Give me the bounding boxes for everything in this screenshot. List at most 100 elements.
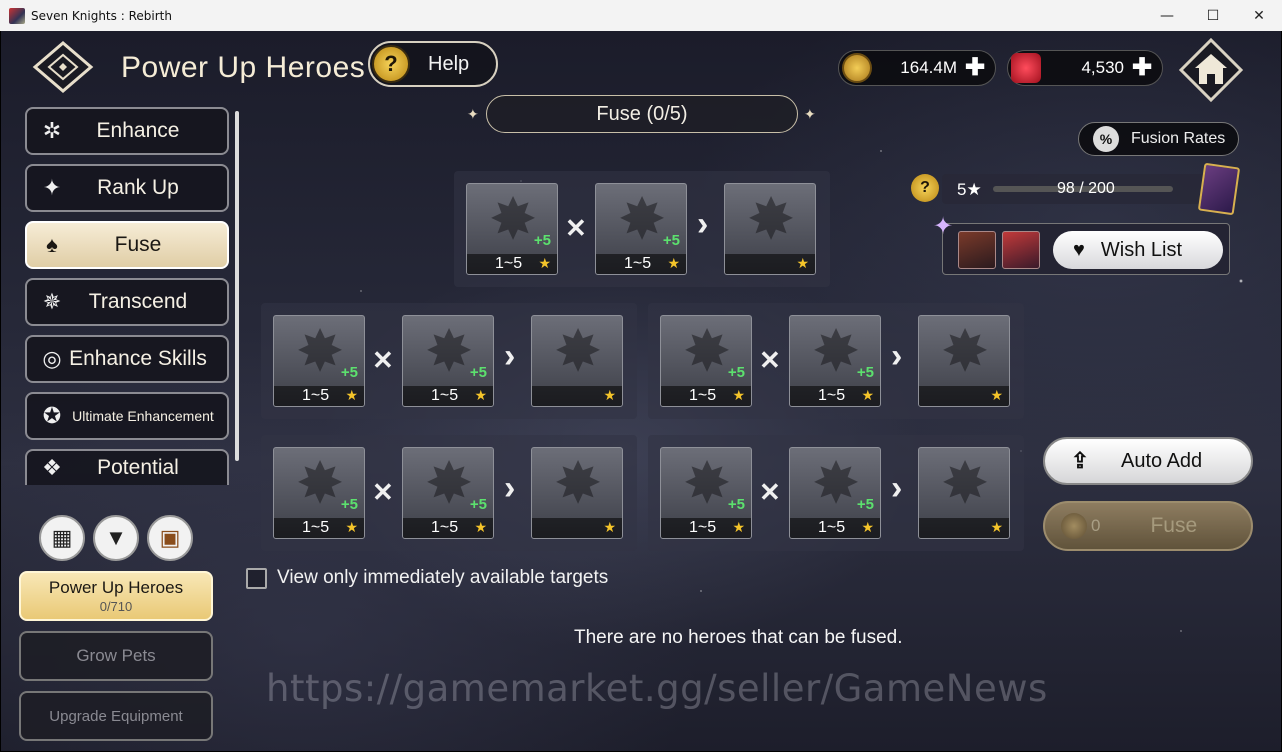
empty-slot-emblem-icon: ✸ (940, 319, 990, 384)
result-hero-slot[interactable]: ✸ ★ (724, 183, 816, 275)
wish-hero-portrait[interactable] (1002, 231, 1040, 269)
app-icon (9, 7, 25, 24)
material-hero-slot[interactable]: ✸ +5 1~5 ★ (402, 315, 494, 407)
tab-grow-pets[interactable]: Grow Pets (19, 631, 213, 681)
star-icon: ★ (603, 519, 616, 535)
slot-star-range: 1~5 (818, 387, 846, 404)
progress-stars: 5★ (957, 180, 982, 199)
upload-icon: ⇪ (1070, 448, 1090, 473)
fuse-count-header: Fuse (0/5) (486, 95, 798, 133)
star-icon: ★ (474, 387, 487, 403)
result-hero-slot[interactable]: ✸ ★ (918, 447, 1010, 539)
wish-hero-portrait[interactable] (958, 231, 996, 269)
heart-plus-icon: ♥ (1073, 238, 1085, 261)
filter-icon[interactable]: ▼ (93, 515, 139, 561)
menu-rank-up[interactable]: ✦ Rank Up (25, 164, 229, 212)
grid-view-icon[interactable]: ▦ (39, 515, 85, 561)
chest-icon[interactable]: ▣ (147, 515, 193, 561)
ultimate-enhancement-icon: ✪ (42, 403, 62, 428)
enhance-icon: ✲ (42, 118, 62, 143)
tab-upgrade-equipment[interactable]: Upgrade Equipment (19, 691, 213, 741)
watermark: https://gamemarket.gg/seller/GameNews (266, 667, 1048, 710)
window-titlebar: Seven Knights : Rebirth — ☐ ✕ (0, 0, 1282, 31)
menu-potential[interactable]: ❖ Potential (25, 449, 229, 485)
material-hero-slot[interactable]: ✸ +5 1~5 ★ (273, 447, 365, 539)
arrow-right-icon: › (504, 469, 516, 507)
star-icon: ★ (345, 387, 358, 403)
sparkle-icon: ✦ (804, 106, 816, 122)
slot-enhance-level: +5 (469, 496, 487, 513)
cross-icon: ✕ (759, 477, 781, 507)
material-hero-slot[interactable]: ✸ +5 1~5 ★ (789, 315, 881, 407)
slot-star-range: 1~5 (302, 387, 330, 404)
fusion-progress: ? 5★ 98 / 200 (909, 162, 1241, 216)
result-hero-slot[interactable]: ✸ ★ (531, 315, 623, 407)
menu-fuse[interactable]: ♠ Fuse (25, 221, 229, 269)
game-screen: Power Up Heroes ? Help 164.4M ✚ 4,530 ✚ … (1, 31, 1281, 751)
material-hero-slot[interactable]: ✸ +5 1~5 ★ (660, 447, 752, 539)
maximize-button[interactable]: ☐ (1190, 0, 1236, 31)
fusion-rates-button[interactable]: % Fusion Rates (1078, 122, 1239, 156)
percent-icon: % (1093, 126, 1119, 152)
star-icon: ★ (796, 255, 809, 271)
close-button[interactable]: ✕ (1236, 0, 1282, 31)
result-hero-slot[interactable]: ✸ ★ (531, 447, 623, 539)
result-hero-slot[interactable]: ✸ ★ (918, 315, 1010, 407)
wish-list-button[interactable]: ♥ Wish List (1053, 231, 1223, 269)
material-hero-slot[interactable]: ✸ +5 1~5 ★ (273, 315, 365, 407)
slot-enhance-level: +5 (340, 496, 358, 513)
slot-enhance-level: +5 (533, 232, 551, 249)
star-icon: ★ (990, 387, 1003, 403)
slot-enhance-level: +5 (856, 496, 874, 513)
auto-add-button[interactable]: ⇪ Auto Add (1043, 437, 1253, 485)
material-hero-slot[interactable]: ✸ +5 1~5 ★ (789, 447, 881, 539)
fuse-button[interactable]: 0 Fuse (1043, 501, 1253, 551)
slot-star-range: 1~5 (689, 519, 717, 536)
star-icon: ★ (732, 519, 745, 535)
fuse-icon: ♠ (46, 232, 58, 257)
page-title: Power Up Heroes (121, 51, 366, 84)
material-hero-slot[interactable]: ✸ +5 1~5 ★ (466, 183, 558, 275)
arrow-right-icon: › (504, 337, 516, 375)
view-only-checkbox[interactable] (246, 567, 267, 589)
menu-transcend[interactable]: ✵ Transcend (25, 278, 229, 326)
add-ruby-button[interactable]: ✚ (1132, 56, 1152, 80)
enhance-skills-icon: ◎ (42, 346, 62, 371)
slot-enhance-level: +5 (727, 496, 745, 513)
home-button[interactable] (1178, 37, 1244, 103)
sparkle-icon: ✦ (933, 213, 954, 240)
auto-add-label: Auto Add (1121, 449, 1203, 472)
fusion-rates-label: Fusion Rates (1131, 130, 1226, 147)
material-hero-slot[interactable]: ✸ +5 1~5 ★ (402, 447, 494, 539)
menu-enhance[interactable]: ✲ Enhance (25, 107, 229, 155)
gold-coin-icon (1061, 513, 1087, 539)
material-hero-slot[interactable]: ✸ +5 1~5 ★ (595, 183, 687, 275)
minimize-button[interactable]: — (1144, 0, 1190, 31)
back-logo-icon[interactable] (31, 39, 95, 95)
window-title: Seven Knights : Rebirth (31, 8, 172, 23)
reward-card-icon[interactable] (1197, 162, 1241, 216)
material-hero-slot[interactable]: ✸ +5 1~5 ★ (660, 315, 752, 407)
view-only-available-toggle[interactable]: View only immediately available targets (246, 567, 608, 589)
slot-enhance-level: +5 (662, 232, 680, 249)
fuse-cost: 0 (1091, 516, 1101, 535)
menu-scrollbar[interactable] (235, 111, 239, 461)
help-button[interactable]: ? Help (368, 41, 498, 87)
fuse-label: Fuse (1150, 514, 1198, 537)
slot-enhance-level: +5 (340, 364, 358, 381)
view-only-label: View only immediately available targets (277, 567, 609, 588)
wish-list-label: Wish List (1100, 238, 1182, 261)
tab-power-up-heroes[interactable]: Power Up Heroes 0/710 (19, 571, 213, 621)
fuse-group-3: ✸ +5 1~5 ★ ✕ ✸ +5 1~5 ★ › ✸ ★ (648, 303, 1024, 419)
add-gold-button[interactable]: ✚ (965, 56, 985, 80)
sparkle-icon: ✦ (467, 106, 479, 122)
slot-star-range: 1~5 (431, 519, 459, 536)
cross-icon: ✕ (372, 345, 394, 375)
menu-label: Potential (97, 456, 179, 479)
gold-currency: 164.4M ✚ (838, 50, 996, 86)
tab-label: Power Up Heroes (48, 578, 184, 597)
menu-enhance-skills[interactable]: ◎ Enhance Skills (25, 335, 229, 383)
progress-help-icon[interactable]: ? (911, 174, 939, 202)
ruby-currency: 4,530 ✚ (1007, 50, 1163, 86)
menu-ultimate-enhancement[interactable]: ✪ Ultimate Enhancement (25, 392, 229, 440)
